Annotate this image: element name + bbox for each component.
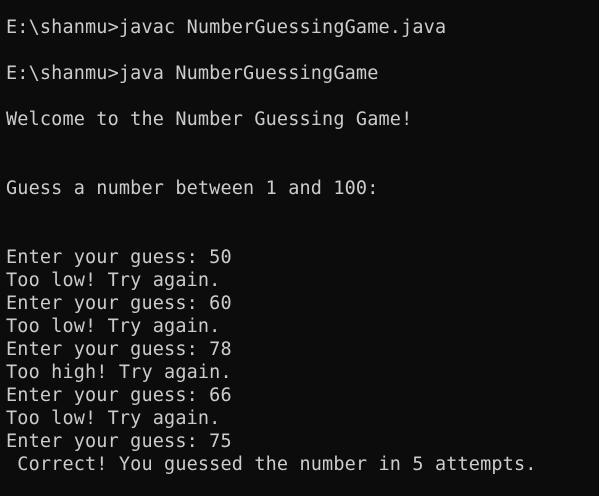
output-prompt-range: Guess a number between 1 and 100: bbox=[6, 178, 379, 199]
output-hint-line: Too low! Try again. bbox=[6, 270, 221, 291]
output-hint-line: Too high! Try again. bbox=[6, 362, 232, 383]
output-guess-line: Enter your guess: 60 bbox=[6, 293, 232, 314]
output-guess-line: Enter your guess: 75 bbox=[6, 431, 232, 452]
output-guess-line: Enter your guess: 66 bbox=[6, 385, 232, 406]
command-line-compile: E:\shanmu>javac NumberGuessingGame.java bbox=[6, 17, 447, 38]
output-hint-line: Too low! Try again. bbox=[6, 408, 221, 429]
output-welcome: Welcome to the Number Guessing Game! bbox=[6, 109, 413, 130]
output-guess-line: Enter your guess: 78 bbox=[6, 339, 232, 360]
terminal-window[interactable]: E:\shanmu>javac NumberGuessingGame.java … bbox=[0, 0, 599, 496]
command-line-run: E:\shanmu>java NumberGuessingGame bbox=[6, 63, 379, 84]
output-result-line: Correct! You guessed the number in 5 att… bbox=[6, 454, 537, 475]
output-hint-line: Too low! Try again. bbox=[6, 316, 221, 337]
output-guess-line: Enter your guess: 50 bbox=[6, 247, 232, 268]
